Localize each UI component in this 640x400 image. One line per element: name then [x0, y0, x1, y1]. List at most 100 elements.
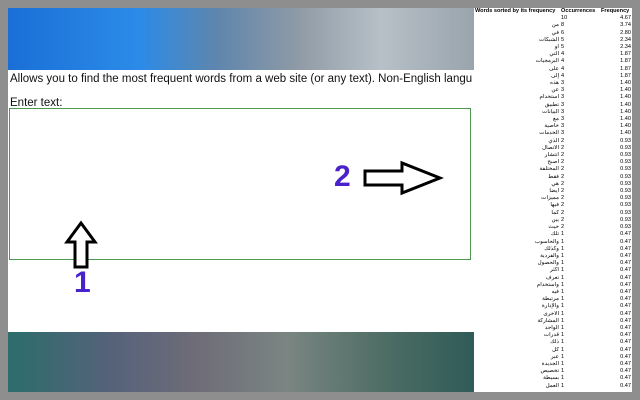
header-occurrences: Occurrences: [561, 8, 596, 14]
table-row: الشبكات 5 2.34: [474, 37, 632, 44]
occurrences-cell: 3: [561, 123, 565, 130]
occurrences-cell: 2: [561, 159, 565, 166]
table-row: والإدارة 1 0.47: [474, 303, 632, 310]
annotation-number-1: 1: [74, 266, 91, 299]
frequency-cell: 0.93: [620, 216, 631, 223]
word-cell: قدرات: [543, 332, 559, 339]
word-cell: [474, 15, 560, 22]
occurrences-cell: 2: [561, 202, 565, 209]
word-cell: استخدام: [539, 94, 560, 101]
table-row: ذلك 1 0.47: [474, 339, 632, 346]
frequency-cell: 3.74: [620, 22, 631, 29]
word-cell: حيث: [548, 224, 559, 231]
screenshot-frame: Allows you to find the most frequent wor…: [8, 8, 632, 392]
word-cell: وكذلك: [544, 245, 559, 252]
table-row: أو 5 2.34: [474, 44, 632, 51]
word-cell: مع: [553, 116, 559, 123]
word-cell: المشاركة: [537, 317, 559, 324]
word-cell: التي: [549, 51, 559, 58]
table-row: عبر 1 0.47: [474, 354, 632, 361]
table-row: مع 3 1.40: [474, 116, 632, 123]
occurrences-cell: 2: [561, 180, 565, 187]
occurrences-cell: 1: [561, 296, 565, 303]
occurrences-cell: 2: [561, 144, 565, 151]
table-row: بسيطة 1 0.47: [474, 375, 632, 382]
word-cell: عن: [551, 87, 559, 94]
table-row: فقط 2 0.93: [474, 174, 632, 181]
frequency-cell: 1.87: [620, 51, 631, 58]
word-cell: إلى: [551, 72, 559, 79]
word-cell: المختلفة: [539, 166, 559, 173]
intro-text: Allows you to find the most frequent wor…: [10, 73, 472, 85]
occurrences-cell: 5: [561, 36, 565, 43]
word-cell: والفردية: [540, 252, 559, 259]
occurrences-cell: 2: [561, 195, 565, 202]
table-row: التي 4 1.87: [474, 51, 632, 58]
frequency-cell: 2.34: [620, 44, 631, 51]
occurrences-cell: 2: [561, 137, 565, 144]
word-cell: كما: [551, 209, 559, 216]
table-row: حيث 2 0.93: [474, 224, 632, 231]
frequency-table: Words sorted by its frequency Occurrence…: [474, 8, 632, 390]
frequency-cell: 0.47: [620, 324, 631, 331]
word-cell: أكثر: [550, 267, 559, 274]
occurrences-cell: 2: [561, 152, 565, 159]
occurrences-cell: 5: [561, 44, 565, 51]
occurrences-cell: 1: [561, 238, 565, 245]
occurrences-cell: 4: [561, 58, 565, 65]
frequency-cell: 0.47: [620, 317, 631, 324]
frequency-cell: 0.47: [620, 332, 631, 339]
table-row: هي 2 0.93: [474, 181, 632, 188]
frequency-cell: 0.93: [620, 159, 631, 166]
word-cell: واستخدام: [536, 281, 559, 288]
table-row: الأخرى 1 0.47: [474, 311, 632, 318]
frequency-cell: 0.47: [620, 310, 631, 317]
frequency-cell: 0.47: [620, 382, 631, 389]
occurrences-cell: 1: [561, 317, 565, 324]
occurrences-cell: 2: [561, 224, 565, 231]
occurrences-cell: 4: [561, 51, 565, 58]
occurrences-cell: 1: [561, 310, 565, 317]
occurrences-cell: 2: [561, 188, 565, 195]
table-row: المختلفة 2 0.93: [474, 166, 632, 173]
word-cell: هذه: [550, 80, 559, 87]
table-row: تعرف 1 0.47: [474, 275, 632, 282]
occurrences-cell: 3: [561, 108, 565, 115]
table-row: فيه 1 0.47: [474, 289, 632, 296]
frequency-cell: 2.80: [620, 29, 631, 36]
word-cell: خاصية: [544, 123, 559, 130]
table-row: الذي 2 0.93: [474, 138, 632, 145]
table-row: استخدام 3 1.40: [474, 94, 632, 101]
table-row: الواحد 1 0.47: [474, 325, 632, 332]
word-cell: أصبح: [547, 159, 559, 166]
occurrences-cell: 3: [561, 87, 565, 94]
table-row: قدرات 1 0.47: [474, 332, 632, 339]
table-row: أكثر 1 0.47: [474, 267, 632, 274]
table-row: الاتصال 2 0.93: [474, 145, 632, 152]
word-cell: كل: [552, 346, 559, 353]
word-cell: والإدارة: [541, 303, 559, 310]
word-cell: الخدمات: [539, 130, 559, 137]
frequency-cell: 0.47: [620, 267, 631, 274]
frequency-cell: 1.87: [620, 72, 631, 79]
occurrences-cell: 3: [561, 94, 565, 101]
occurrences-cell: 3: [561, 101, 565, 108]
table-row: من 8 3.74: [474, 22, 632, 29]
word-cell: في: [551, 29, 559, 36]
up-arrow-icon: [64, 220, 98, 269]
frequency-cell: 0.93: [620, 209, 631, 216]
occurrences-cell: 2: [561, 166, 565, 173]
table-row: البيانات 3 1.40: [474, 109, 632, 116]
word-cell: العمل: [545, 382, 559, 389]
table-row: مميزات 2 0.93: [474, 195, 632, 202]
table-row: 10 4.67: [474, 15, 632, 22]
occurrences-cell: 1: [561, 360, 565, 367]
word-cell: الواحد: [544, 324, 559, 331]
frequency-cell: 1.40: [620, 94, 631, 101]
frequency-cell: 0.93: [620, 166, 631, 173]
footer-background: [8, 332, 474, 392]
word-cell: انتشار: [544, 152, 559, 159]
frequency-cell: 0.47: [620, 339, 631, 346]
frequency-cell: 1.40: [620, 123, 631, 130]
annotation-number-2: 2: [334, 160, 351, 193]
